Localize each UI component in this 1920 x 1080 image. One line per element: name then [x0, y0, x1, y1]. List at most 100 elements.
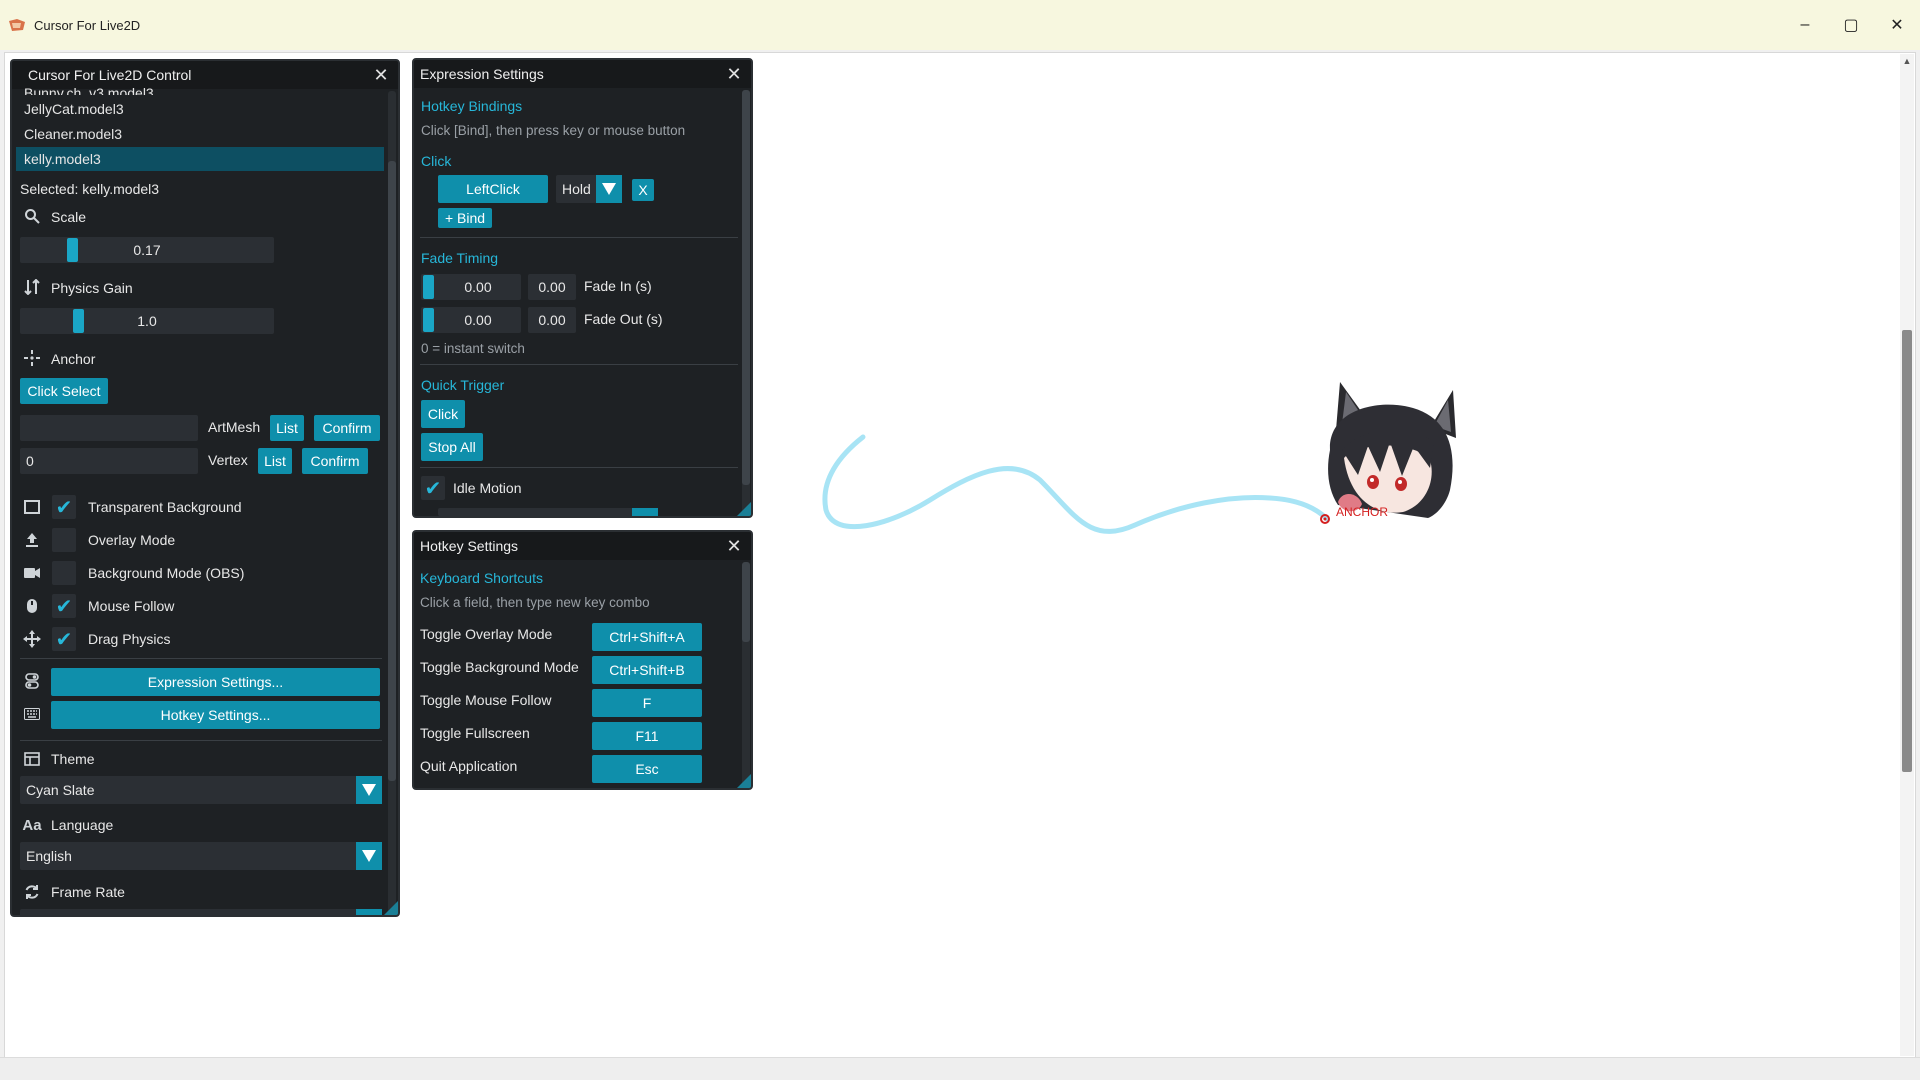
language-label: Language: [51, 817, 114, 833]
expression-settings-button[interactable]: Expression Settings...: [51, 668, 380, 696]
physics-gain-label: Physics Gain: [51, 280, 133, 296]
fade-out-input[interactable]: 0.00: [528, 307, 576, 333]
divider: [420, 364, 738, 365]
transparent-background-label: Transparent Background: [88, 499, 242, 515]
fade-in-slider[interactable]: 0.00: [421, 274, 521, 300]
live2d-character[interactable]: ANCHOR: [1318, 380, 1460, 530]
drag-physics-label: Drag Physics: [88, 631, 171, 647]
window-scrollbar[interactable]: ▲: [1900, 54, 1914, 1056]
hotkey-panel-title: Hotkey Settings: [420, 538, 519, 554]
hotkey-row-label: Toggle Background Mode: [420, 659, 579, 675]
model-list-item[interactable]: Cleaner.model3: [16, 122, 384, 146]
hotkey-row-label: Toggle Fullscreen: [420, 725, 530, 741]
chevron-down-icon[interactable]: [596, 175, 622, 203]
close-icon[interactable]: ✕: [372, 66, 390, 84]
model-list-item[interactable]: JellyCat.model3: [16, 97, 384, 121]
artmesh-confirm-button[interactable]: Confirm: [314, 415, 380, 441]
checkmark-icon: ✔: [55, 628, 73, 651]
click-select-button[interactable]: Click Select: [20, 378, 108, 404]
chevron-down-icon[interactable]: [632, 508, 658, 516]
stop-all-button[interactable]: Stop All: [421, 433, 483, 461]
hotkey-row-label: Toggle Overlay Mode: [420, 626, 553, 642]
scale-slider[interactable]: 0.17: [20, 237, 274, 263]
close-icon[interactable]: ✕: [725, 65, 743, 83]
window-scroll-thumb[interactable]: [1902, 330, 1912, 772]
vertex-list-button[interactable]: List: [258, 448, 292, 474]
keyboard-shortcuts-heading: Keyboard Shortcuts: [420, 570, 543, 586]
frame-rate-label: Frame Rate: [51, 884, 125, 900]
idle-motion-select[interactable]: [438, 508, 634, 516]
fullscreen-hotkey-field[interactable]: F11: [592, 722, 702, 750]
language-select[interactable]: English: [20, 842, 382, 870]
font-icon: Aa: [22, 816, 42, 834]
physics-gain-slider-knob[interactable]: [73, 309, 85, 333]
resize-grip[interactable]: [737, 774, 751, 788]
search-icon: [23, 207, 41, 225]
expression-panel-title: Expression Settings: [420, 66, 544, 82]
drag-physics-checkbox[interactable]: ✔: [52, 627, 76, 651]
crosshair-icon: [23, 349, 41, 367]
resize-grip[interactable]: [737, 502, 751, 516]
click-binding-heading: Click: [421, 153, 452, 169]
transparent-background-checkbox[interactable]: ✔: [52, 495, 76, 519]
hotkey-scroll-thumb[interactable]: [742, 562, 750, 642]
divider: [420, 237, 738, 238]
close-icon[interactable]: ✕: [725, 537, 743, 555]
fade-out-slider[interactable]: 0.00: [421, 307, 521, 333]
vertex-label: Vertex: [208, 452, 248, 468]
hotkey-panel-header[interactable]: Hotkey Settings ✕: [414, 532, 751, 560]
theme-select[interactable]: Cyan Slate: [20, 776, 382, 804]
artmesh-list-button[interactable]: List: [270, 415, 304, 441]
fade-in-input[interactable]: 0.00: [528, 274, 576, 300]
background-mode-label: Background Mode (OBS): [88, 565, 245, 581]
anchor-label: Anchor: [51, 351, 96, 367]
artmesh-input[interactable]: [20, 415, 198, 441]
vertex-confirm-button[interactable]: Confirm: [302, 448, 368, 474]
quick-trigger-click-button[interactable]: Click: [421, 400, 465, 428]
idle-motion-checkbox[interactable]: ✔: [421, 476, 445, 500]
hotkey-scrollbar[interactable]: [742, 562, 750, 787]
checkmark-icon: ✔: [55, 595, 73, 618]
hotkey-settings-button[interactable]: Hotkey Settings...: [51, 701, 380, 729]
chevron-down-icon[interactable]: [356, 909, 382, 915]
mouse-follow-hotkey-field[interactable]: F: [592, 689, 702, 717]
model-list-item-selected[interactable]: kelly.model3: [16, 147, 384, 171]
keyboard-icon: [23, 705, 41, 723]
hotkey-row-label: Quit Application: [420, 758, 518, 774]
quit-hotkey-field[interactable]: Esc: [592, 755, 702, 783]
frame-rate-select[interactable]: [20, 909, 382, 915]
binding-key-button[interactable]: LeftClick: [438, 175, 548, 203]
fade-in-label: Fade In (s): [584, 278, 652, 294]
expression-scroll-thumb[interactable]: [742, 90, 750, 485]
scale-slider-knob[interactable]: [66, 238, 78, 262]
model-list-item[interactable]: Bunny.ch_v3.model3: [16, 83, 384, 95]
remove-binding-button[interactable]: X: [632, 179, 654, 201]
divider: [20, 740, 382, 741]
add-binding-button[interactable]: + Bind: [438, 208, 492, 228]
control-scrollbar[interactable]: [388, 91, 396, 913]
expression-scrollbar[interactable]: [742, 90, 750, 515]
chevron-down-icon[interactable]: [356, 842, 382, 870]
upload-icon: [23, 531, 41, 549]
checkmark-icon: ✔: [424, 477, 442, 500]
fade-in-slider-knob[interactable]: [423, 275, 434, 299]
square-icon: [23, 498, 41, 516]
mouse-follow-label: Mouse Follow: [88, 598, 175, 614]
hotkey-bindings-heading: Hotkey Bindings: [421, 98, 523, 114]
resize-grip[interactable]: [384, 901, 398, 915]
physics-gain-slider[interactable]: 1.0: [20, 308, 274, 334]
control-scroll-thumb[interactable]: [388, 161, 396, 781]
overlay-mode-label: Overlay Mode: [88, 532, 176, 548]
expression-panel-header[interactable]: Expression Settings ✕: [414, 60, 751, 88]
camera-icon: [23, 564, 41, 582]
fade-out-slider-knob[interactable]: [423, 308, 434, 332]
overlay-mode-checkbox[interactable]: [52, 528, 76, 552]
background-mode-hotkey-field[interactable]: Ctrl+Shift+B: [592, 656, 702, 684]
mouse-follow-checkbox[interactable]: ✔: [52, 594, 76, 618]
background-mode-checkbox[interactable]: [52, 561, 76, 585]
chevron-down-icon[interactable]: [356, 776, 382, 804]
vertex-input[interactable]: 0: [20, 448, 198, 474]
overlay-mode-hotkey-field[interactable]: Ctrl+Shift+A: [592, 623, 702, 651]
scroll-up-icon[interactable]: ▲: [1901, 56, 1913, 66]
bind-hint-text: Click [Bind], then press key or mouse bu…: [421, 123, 686, 138]
